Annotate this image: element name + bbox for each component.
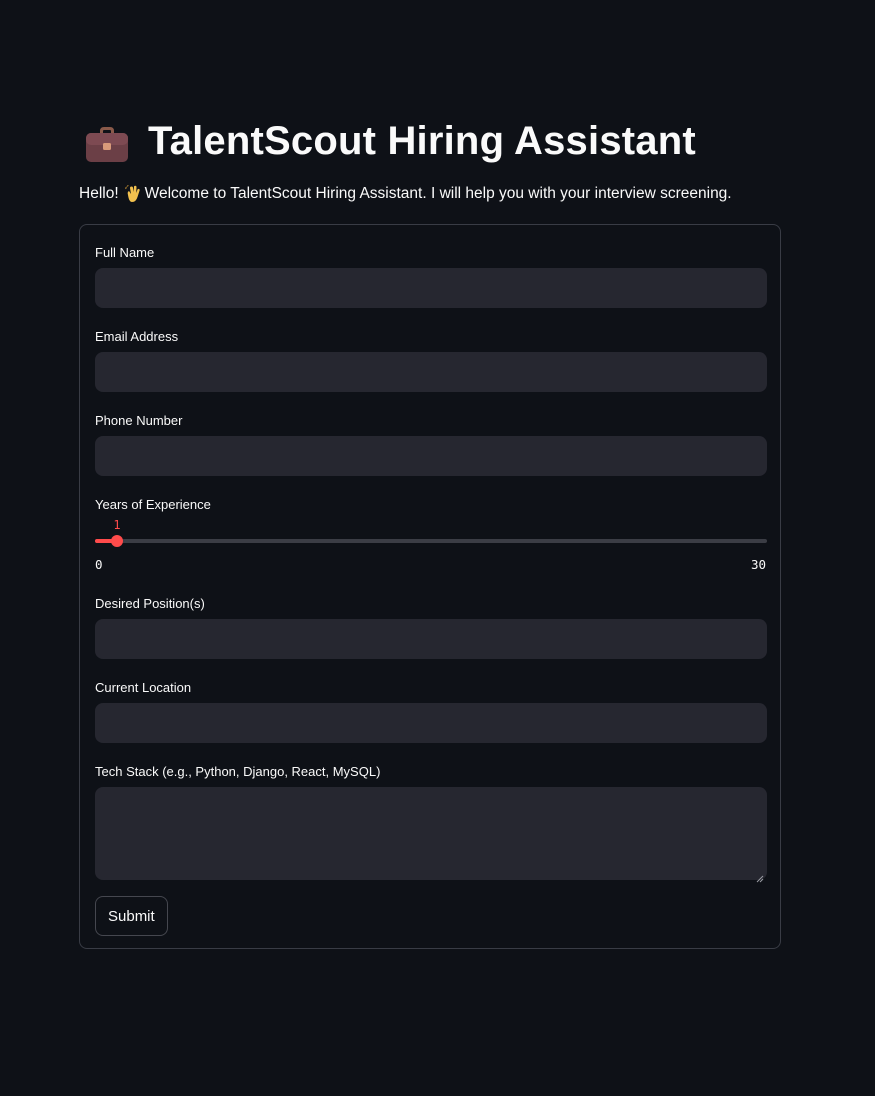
full-name-label: Full Name xyxy=(95,245,155,260)
submit-button[interactable]: Submit xyxy=(95,896,168,936)
tech-stack-label: Tech Stack (e.g., Python, Django, React,… xyxy=(95,764,381,779)
welcome-text: Welcome to TalentScout Hiring Assistant.… xyxy=(144,185,732,202)
phone-label: Phone Number xyxy=(95,413,183,428)
candidate-form: Full Name Email Address Phone Number Yea… xyxy=(79,224,781,949)
full-name-input[interactable] xyxy=(95,268,767,308)
welcome-greeting: Hello! xyxy=(79,185,119,202)
location-input[interactable] xyxy=(95,703,767,743)
experience-slider-max: 30 xyxy=(750,557,766,572)
page-header: TalentScout Hiring Assistant xyxy=(84,115,696,167)
tech-stack-textarea[interactable] xyxy=(95,787,767,880)
location-label: Current Location xyxy=(95,680,192,695)
experience-slider[interactable] xyxy=(95,535,767,547)
briefcase-icon xyxy=(84,124,130,164)
phone-input[interactable] xyxy=(95,436,767,476)
app-page: TalentScout Hiring Assistant Hello! Welc… xyxy=(0,0,875,1096)
experience-slider-min: 0 xyxy=(95,557,103,572)
email-label: Email Address xyxy=(95,329,179,344)
welcome-message: Hello! Welcome to TalentScout Hiring Ass… xyxy=(79,185,732,203)
resize-handle-icon[interactable] xyxy=(756,870,764,883)
page-title: TalentScout Hiring Assistant xyxy=(148,118,696,163)
waving-hand-icon xyxy=(125,185,141,203)
position-label: Desired Position(s) xyxy=(95,596,205,611)
email-input[interactable] xyxy=(95,352,767,392)
experience-label: Years of Experience xyxy=(95,497,211,512)
experience-slider-thumb[interactable] xyxy=(111,535,124,547)
experience-slider-value: 1 xyxy=(113,518,121,532)
position-input[interactable] xyxy=(95,619,767,659)
